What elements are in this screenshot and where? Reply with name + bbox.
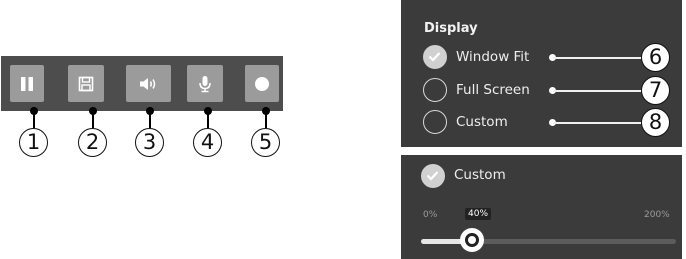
panel-title: Display [424,21,478,36]
callout-number: 6 [641,43,670,72]
callout-line [553,122,641,124]
callout-line [92,111,94,128]
display-panel: Display Window Fit Full Screen Custom 6 … [401,0,682,147]
custom-zoom-radio[interactable] [421,164,445,188]
microphone-button[interactable] [187,65,223,102]
pause-button[interactable] [10,65,44,102]
callout-line [33,111,35,128]
callout-number: 7 [641,76,670,105]
callout-line [553,90,641,92]
window-fit-radio[interactable] [423,45,447,69]
custom-radio[interactable] [423,110,447,134]
callout-line [207,111,209,128]
callout-number: 5 [251,128,280,157]
microphone-icon [199,75,211,92]
callout-number: 1 [19,128,48,157]
callout-line [265,111,267,128]
callout-line [553,57,641,59]
save-icon [78,76,94,91]
callout-number: 4 [193,128,222,157]
pause-icon [21,76,33,91]
callout-number: 2 [78,128,107,157]
recording-toolbar [1,56,283,111]
slider-value-label: 40% [465,208,492,220]
full-screen-label[interactable]: Full Screen [456,82,530,98]
custom-zoom-panel: Custom 0% 40% 200% [401,155,682,259]
record-button[interactable] [245,65,279,102]
window-fit-label[interactable]: Window Fit [456,49,529,65]
speaker-icon [139,77,155,90]
callout-number: 8 [641,108,670,137]
zoom-slider-thumb[interactable] [460,228,484,252]
full-screen-radio[interactable] [423,78,447,102]
custom-label[interactable]: Custom [456,114,508,130]
checkmark-icon [428,52,441,62]
custom-zoom-label[interactable]: Custom [454,167,506,183]
checkmark-icon [426,171,439,181]
slider-min-label: 0% [423,210,438,220]
callout-line [149,111,151,128]
speaker-button[interactable] [126,65,171,102]
slider-max-label: 200% [644,210,670,220]
callout-number: 3 [135,128,164,157]
save-button[interactable] [68,65,104,102]
record-icon [255,76,269,91]
